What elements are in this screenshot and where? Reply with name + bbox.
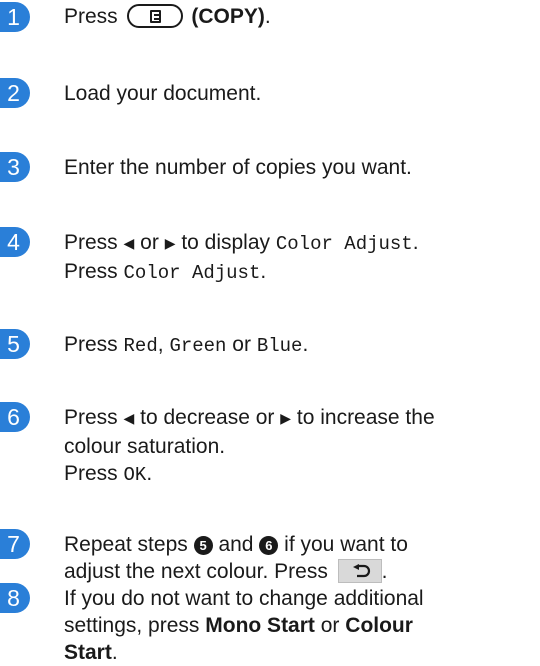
right-arrow-icon: ▶ (280, 410, 292, 426)
menu-item: Color Adjust (123, 262, 261, 284)
option-blue: Blue (256, 335, 303, 357)
step-number: 7 (0, 529, 30, 559)
right-arrow-icon: ▶ (164, 235, 176, 251)
procedure-steps: 1 Press (COPY). 2 Load your document. 3 … (0, 0, 540, 664)
step-ref-6: 6 (259, 536, 279, 555)
step-text: Press ◀ to decrease or ▶ to increase the… (64, 406, 435, 486)
step-text: Press Red, Green or Blue. (64, 333, 309, 357)
step-number: 3 (0, 152, 30, 182)
step-number: 5 (0, 329, 30, 359)
step-text: Press ◀ or ▶ to display Color Adjust. Pr… (64, 231, 419, 284)
colour-start-key-cont: Start (64, 641, 112, 664)
step-number: 2 (0, 78, 30, 108)
left-arrow-icon: ◀ (123, 235, 135, 251)
copy-label: (COPY) (191, 5, 265, 28)
step-text: If you do not want to change additional … (64, 587, 424, 664)
mono-start-key: Mono Start (205, 614, 315, 637)
step-number: 8 (0, 583, 30, 613)
step-number: 6 (0, 402, 30, 432)
step-number: 1 (0, 2, 30, 32)
step-ref-5: 5 (193, 536, 213, 555)
left-arrow-icon: ◀ (123, 410, 135, 426)
step-text: Enter the number of copies you want. (64, 156, 412, 179)
back-key-icon (337, 559, 382, 583)
menu-item: Color Adjust (275, 233, 413, 255)
step-text: Press (COPY). (64, 4, 271, 28)
step-text: Load your document. (64, 82, 262, 105)
step-number: 4 (0, 227, 30, 257)
option-green: Green (169, 335, 227, 357)
step-text: Repeat steps 5 and 6 if you want to adju… (64, 533, 408, 583)
ok-key: OK (123, 464, 147, 486)
copy-key-icon (126, 4, 183, 28)
option-red: Red (123, 335, 158, 357)
colour-start-key: Colour (345, 614, 413, 637)
